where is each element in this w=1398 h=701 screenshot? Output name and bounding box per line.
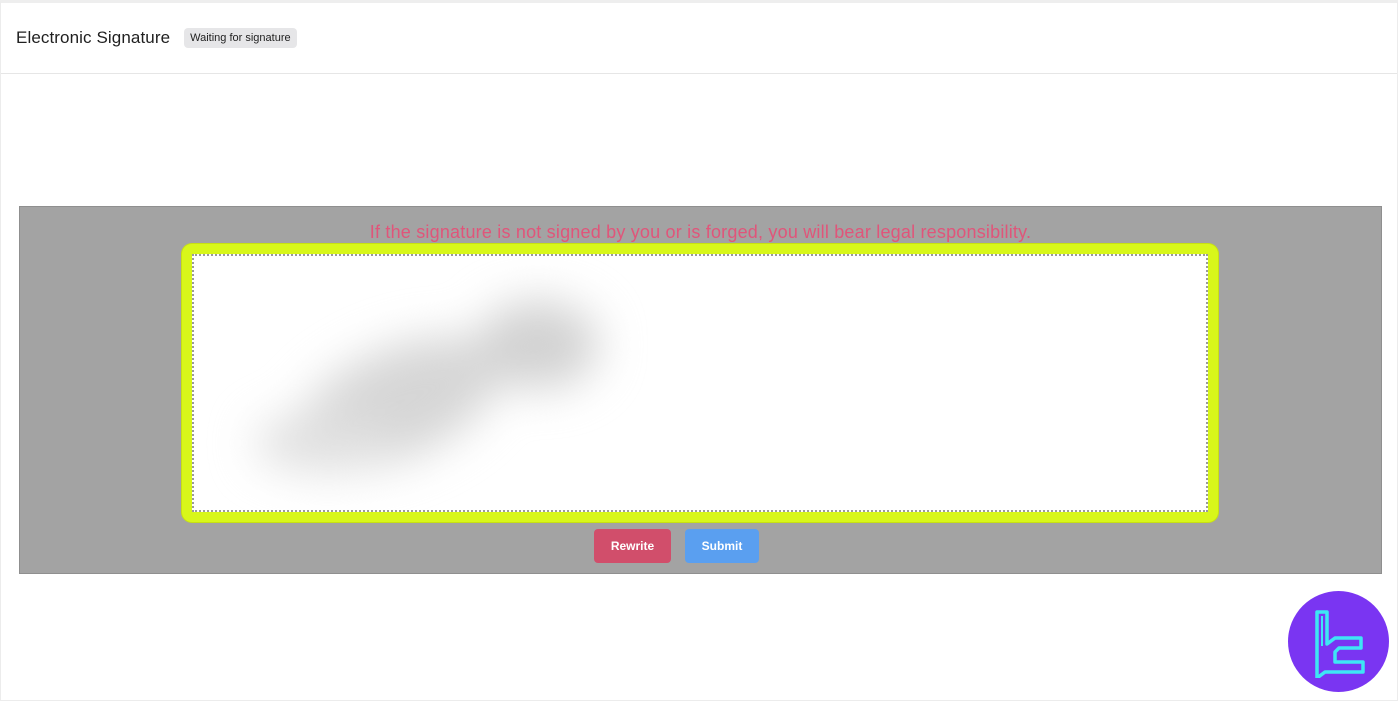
page: Electronic Signature Waiting for signatu… (0, 0, 1398, 701)
page-title: Electronic Signature (16, 28, 171, 47)
rewrite-button[interactable]: Rewrite (594, 529, 671, 563)
brand-logo-icon (1288, 591, 1389, 692)
brand-logo-glyph (1314, 609, 1365, 678)
signature-panel: If the signature is not signed by you or… (19, 206, 1382, 574)
signature-actions: Rewrite Submit (20, 529, 1381, 563)
legal-warning: If the signature is not signed by you or… (369, 222, 1032, 242)
signature-stroke (254, 300, 599, 473)
submit-button[interactable]: Submit (685, 529, 759, 563)
signature-pad-highlight (182, 244, 1218, 522)
header: Electronic Signature Waiting for signatu… (1, 3, 1397, 74)
status-badge: Waiting for signature (184, 28, 297, 48)
signature-pad[interactable] (192, 254, 1208, 512)
